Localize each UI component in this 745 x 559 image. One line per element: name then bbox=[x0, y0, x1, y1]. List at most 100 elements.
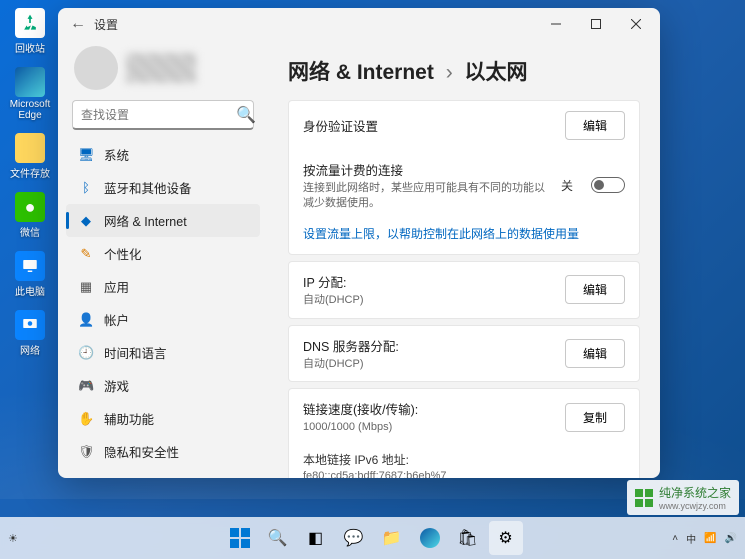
breadcrumb-current: 以太网 bbox=[465, 61, 528, 84]
desktop-icon-edge[interactable]: Microsoft Edge bbox=[8, 67, 52, 121]
sidebar-item-icon: 🛡 bbox=[78, 444, 94, 460]
ip-edit-button[interactable]: 编辑 bbox=[565, 275, 625, 304]
sidebar-item-icon: 🕘 bbox=[78, 345, 94, 361]
ipv6-value: fe80::cd5a:bdff:7687:b6eb%7 bbox=[303, 470, 625, 478]
taskbar-search-icon[interactable]: 🔍 bbox=[261, 521, 295, 555]
watermark-url: www.ycwjzy.com bbox=[659, 501, 731, 511]
taskbar: ☀ 🔍 ◧ 💬 📁 🛍 ⚙ ˄ 中 📶 🔊 bbox=[0, 517, 745, 559]
profile-name-blurred bbox=[126, 53, 196, 83]
card-dns: DNS 服务器分配: 自动(DHCP) 编辑 bbox=[288, 325, 640, 383]
watermark: 纯净系统之家 www.ycwjzy.com bbox=[627, 480, 739, 515]
sidebar-item-icon: 🎮 bbox=[78, 378, 94, 394]
metered-desc: 连接到此网络时，某些应用可能具有不同的功能以减少数据使用。 bbox=[303, 181, 549, 211]
taskbar-tray[interactable]: ˄ 中 📶 🔊 bbox=[672, 531, 737, 546]
taskbar-chat-icon[interactable]: 💬 bbox=[337, 521, 371, 555]
sidebar-item-label: 隐私和安全性 bbox=[104, 442, 179, 461]
back-button[interactable]: ← bbox=[62, 15, 94, 33]
profile-section[interactable] bbox=[66, 40, 260, 100]
card-identity-metered: 身份验证设置 编辑 按流量计费的连接 连接到此网络时，某些应用可能具有不同的功能… bbox=[288, 100, 640, 255]
sidebar-item-3[interactable]: ✎个性化 bbox=[66, 237, 260, 270]
sidebar-nav: 🖥 系统 ᛒ蓝牙和其他设备 ◆ 网络 & Internet ✎个性化 ▦ 应用 👤帐户🕘时间和语… bbox=[66, 138, 260, 478]
card-link-info: 链接速度(接收/传输): 1000/1000 (Mbps) 复制 本地链接 IP… bbox=[288, 388, 640, 478]
sidebar-item-1[interactable]: ᛒ蓝牙和其他设备 bbox=[66, 171, 260, 204]
desktop-icon-recycle-bin[interactable]: 回收站 bbox=[8, 8, 52, 55]
network-icon bbox=[15, 310, 45, 340]
tray-lang[interactable]: 中 bbox=[686, 531, 696, 546]
ip-value: 自动(DHCP) bbox=[303, 293, 553, 308]
row-metered[interactable]: 按流量计费的连接 连接到此网络时，某些应用可能具有不同的功能以减少数据使用。 关 bbox=[289, 150, 639, 221]
window-title: 设置 bbox=[94, 16, 118, 33]
minimize-button[interactable] bbox=[536, 10, 576, 38]
taskbar-widgets[interactable]: ☀ bbox=[8, 532, 18, 545]
sidebar-item-6[interactable]: 🕘时间和语言 bbox=[66, 336, 260, 369]
weather-icon: ☀ bbox=[8, 532, 18, 545]
sidebar-item-label: 系统 bbox=[104, 145, 129, 164]
tray-chevron-icon[interactable]: ˄ bbox=[672, 533, 678, 544]
taskbar-store-icon[interactable]: 🛍 bbox=[451, 521, 485, 555]
watermark-logo-icon bbox=[635, 489, 653, 507]
dns-title: DNS 服务器分配: bbox=[303, 336, 553, 355]
close-button[interactable] bbox=[616, 10, 656, 38]
sidebar-item-icon: ▦ bbox=[78, 279, 94, 295]
sidebar-item-8[interactable]: ✋辅助功能 bbox=[66, 402, 260, 435]
sidebar-item-label: 游戏 bbox=[104, 376, 129, 395]
link-speed-title: 链接速度(接收/传输): bbox=[303, 399, 553, 418]
desktop-icons: 回收站 Microsoft Edge 文件存放 ● 微信 此电脑 网络 bbox=[8, 8, 52, 357]
sidebar-item-icon: 👤 bbox=[78, 312, 94, 328]
sidebar-item-0[interactable]: 🖥 系统 bbox=[66, 138, 260, 171]
sidebar-item-icon: ↻ bbox=[78, 477, 94, 479]
task-view-icon[interactable]: ◧ bbox=[299, 521, 333, 555]
ip-title: IP 分配: bbox=[303, 272, 553, 291]
data-limit-link[interactable]: 设置流量上限，以帮助控制在此网络上的数据使用量 bbox=[289, 221, 639, 254]
desktop-icon-wechat[interactable]: ● 微信 bbox=[8, 192, 52, 239]
breadcrumb-parent[interactable]: 网络 & Internet bbox=[288, 61, 434, 84]
link-speed-copy-button[interactable]: 复制 bbox=[565, 403, 625, 432]
link-speed-value: 1000/1000 (Mbps) bbox=[303, 420, 553, 435]
sidebar-item-icon: ✎ bbox=[78, 246, 94, 262]
taskbar-edge-icon[interactable] bbox=[413, 521, 447, 555]
row-identity[interactable]: 身份验证设置 编辑 bbox=[289, 101, 639, 150]
breadcrumb: 网络 & Internet › 以太网 bbox=[288, 56, 640, 86]
edge-icon bbox=[15, 67, 45, 97]
tray-volume-icon[interactable]: 🔊 bbox=[725, 533, 737, 544]
card-ip: IP 分配: 自动(DHCP) 编辑 bbox=[288, 261, 640, 319]
metered-title: 按流量计费的连接 bbox=[303, 160, 549, 179]
sidebar-item-7[interactable]: 🎮 游戏 bbox=[66, 369, 260, 402]
sidebar-item-label: 应用 bbox=[104, 277, 129, 296]
maximize-button[interactable] bbox=[576, 10, 616, 38]
taskbar-explorer-icon[interactable]: 📁 bbox=[375, 521, 409, 555]
row-link-speed[interactable]: 链接速度(接收/传输): 1000/1000 (Mbps) 复制 bbox=[289, 389, 639, 445]
start-button[interactable] bbox=[223, 521, 257, 555]
watermark-brand: 纯净系统之家 bbox=[659, 486, 731, 500]
sidebar: 🔍 🖥 系统 ᛒ蓝牙和其他设备 ◆ 网络 & Internet ✎个性化 ▦ 应用 👤帐户🕘时间… bbox=[58, 40, 268, 478]
identity-edit-button[interactable]: 编辑 bbox=[565, 111, 625, 140]
dns-edit-button[interactable]: 编辑 bbox=[565, 339, 625, 368]
row-ip[interactable]: IP 分配: 自动(DHCP) 编辑 bbox=[289, 262, 639, 318]
sidebar-item-icon: ᛒ bbox=[78, 180, 94, 195]
sidebar-item-2[interactable]: ◆ 网络 & Internet bbox=[66, 204, 260, 237]
desktop-icon-network[interactable]: 网络 bbox=[8, 310, 52, 357]
sidebar-item-label: 网络 & Internet bbox=[104, 211, 187, 230]
sidebar-item-label: Windows 更新 bbox=[104, 475, 183, 478]
search-box[interactable]: 🔍 bbox=[72, 100, 254, 130]
search-input[interactable] bbox=[81, 108, 236, 122]
identity-title: 身份验证设置 bbox=[303, 116, 553, 135]
row-dns[interactable]: DNS 服务器分配: 自动(DHCP) 编辑 bbox=[289, 326, 639, 382]
sidebar-item-9[interactable]: 🛡 隐私和安全性 bbox=[66, 435, 260, 468]
sidebar-item-4[interactable]: ▦ 应用 bbox=[66, 270, 260, 303]
desktop-icon-this-pc[interactable]: 此电脑 bbox=[8, 251, 52, 298]
desktop-icon-folder[interactable]: 文件存放 bbox=[8, 133, 52, 180]
sidebar-item-10[interactable]: ↻ Windows 更新 bbox=[66, 468, 260, 478]
breadcrumb-sep-icon: › bbox=[446, 61, 453, 84]
sidebar-item-icon: 🖥 bbox=[78, 147, 94, 163]
wechat-icon: ● bbox=[15, 192, 45, 222]
sidebar-item-5[interactable]: 👤帐户 bbox=[66, 303, 260, 336]
metered-toggle[interactable] bbox=[591, 177, 625, 193]
dns-value: 自动(DHCP) bbox=[303, 357, 553, 372]
taskbar-center: 🔍 ◧ 💬 📁 🛍 ⚙ bbox=[223, 521, 523, 555]
tray-network-icon[interactable]: 📶 bbox=[704, 533, 716, 544]
taskbar-settings-icon[interactable]: ⚙ bbox=[489, 521, 523, 555]
sidebar-item-icon: ◆ bbox=[78, 213, 94, 229]
ipv6-title: 本地链接 IPv6 地址: bbox=[303, 451, 625, 468]
this-pc-icon bbox=[15, 251, 45, 281]
